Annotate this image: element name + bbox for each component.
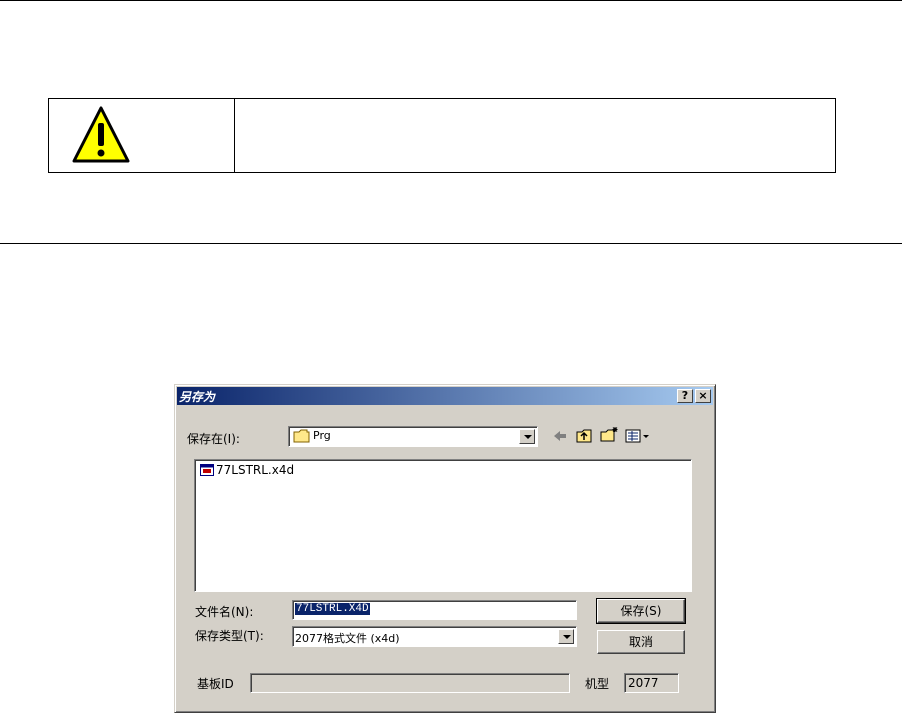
- save-in-dropdown-arrow[interactable]: [519, 429, 535, 444]
- caution-text-cell: [235, 99, 835, 172]
- file-list[interactable]: 77LSTRL.x4d: [194, 459, 692, 592]
- warning-triangle-icon: [72, 106, 130, 163]
- model-field: 2077: [624, 673, 679, 693]
- cancel-button[interactable]: 取消: [597, 630, 685, 654]
- board-id-label: 基板ID: [197, 677, 234, 691]
- dialog-titlebar[interactable]: 另存为 ? ×: [177, 387, 713, 405]
- filetype-dropdown-arrow[interactable]: [558, 629, 574, 644]
- close-button[interactable]: ×: [695, 389, 711, 403]
- save-in-label: 保存在(I):: [187, 432, 240, 446]
- caution-icon-cell: [49, 99, 235, 172]
- model-value: 2077: [628, 676, 659, 690]
- new-folder-icon[interactable]: [600, 426, 620, 442]
- filename-input[interactable]: 77LSTRL.X4D: [292, 600, 577, 620]
- file-icon: [200, 464, 214, 476]
- up-folder-icon[interactable]: [576, 429, 594, 443]
- view-menu-icon[interactable]: [625, 429, 651, 443]
- model-label: 机型: [585, 677, 610, 691]
- top-rule: [0, 0, 902, 1]
- filetype-dropdown[interactable]: 2077格式文件 (x4d): [292, 626, 577, 647]
- back-arrow-icon[interactable]: [552, 429, 568, 443]
- filename-value: 77LSTRL.X4D: [295, 603, 370, 615]
- filetype-label: 保存类型(T):: [195, 629, 264, 643]
- save-in-value: Prg: [313, 429, 331, 442]
- help-button[interactable]: ?: [677, 389, 693, 403]
- folder-icon: [293, 429, 310, 443]
- caution-box: [48, 98, 836, 173]
- dialog-title: 另存为: [179, 390, 216, 404]
- filetype-value: 2077格式文件 (x4d): [295, 632, 400, 645]
- save-in-dropdown[interactable]: Prg: [288, 426, 538, 447]
- file-name: 77LSTRL.x4d: [216, 463, 295, 477]
- section-rule: [0, 243, 902, 244]
- save-as-dialog: 另存为 ? × 保存在(I): Prg 77LSTRL.x4d 文件名(N): …: [174, 384, 716, 713]
- board-id-field: [250, 673, 570, 693]
- save-button[interactable]: 保存(S): [596, 598, 686, 624]
- filename-label: 文件名(N):: [195, 605, 254, 619]
